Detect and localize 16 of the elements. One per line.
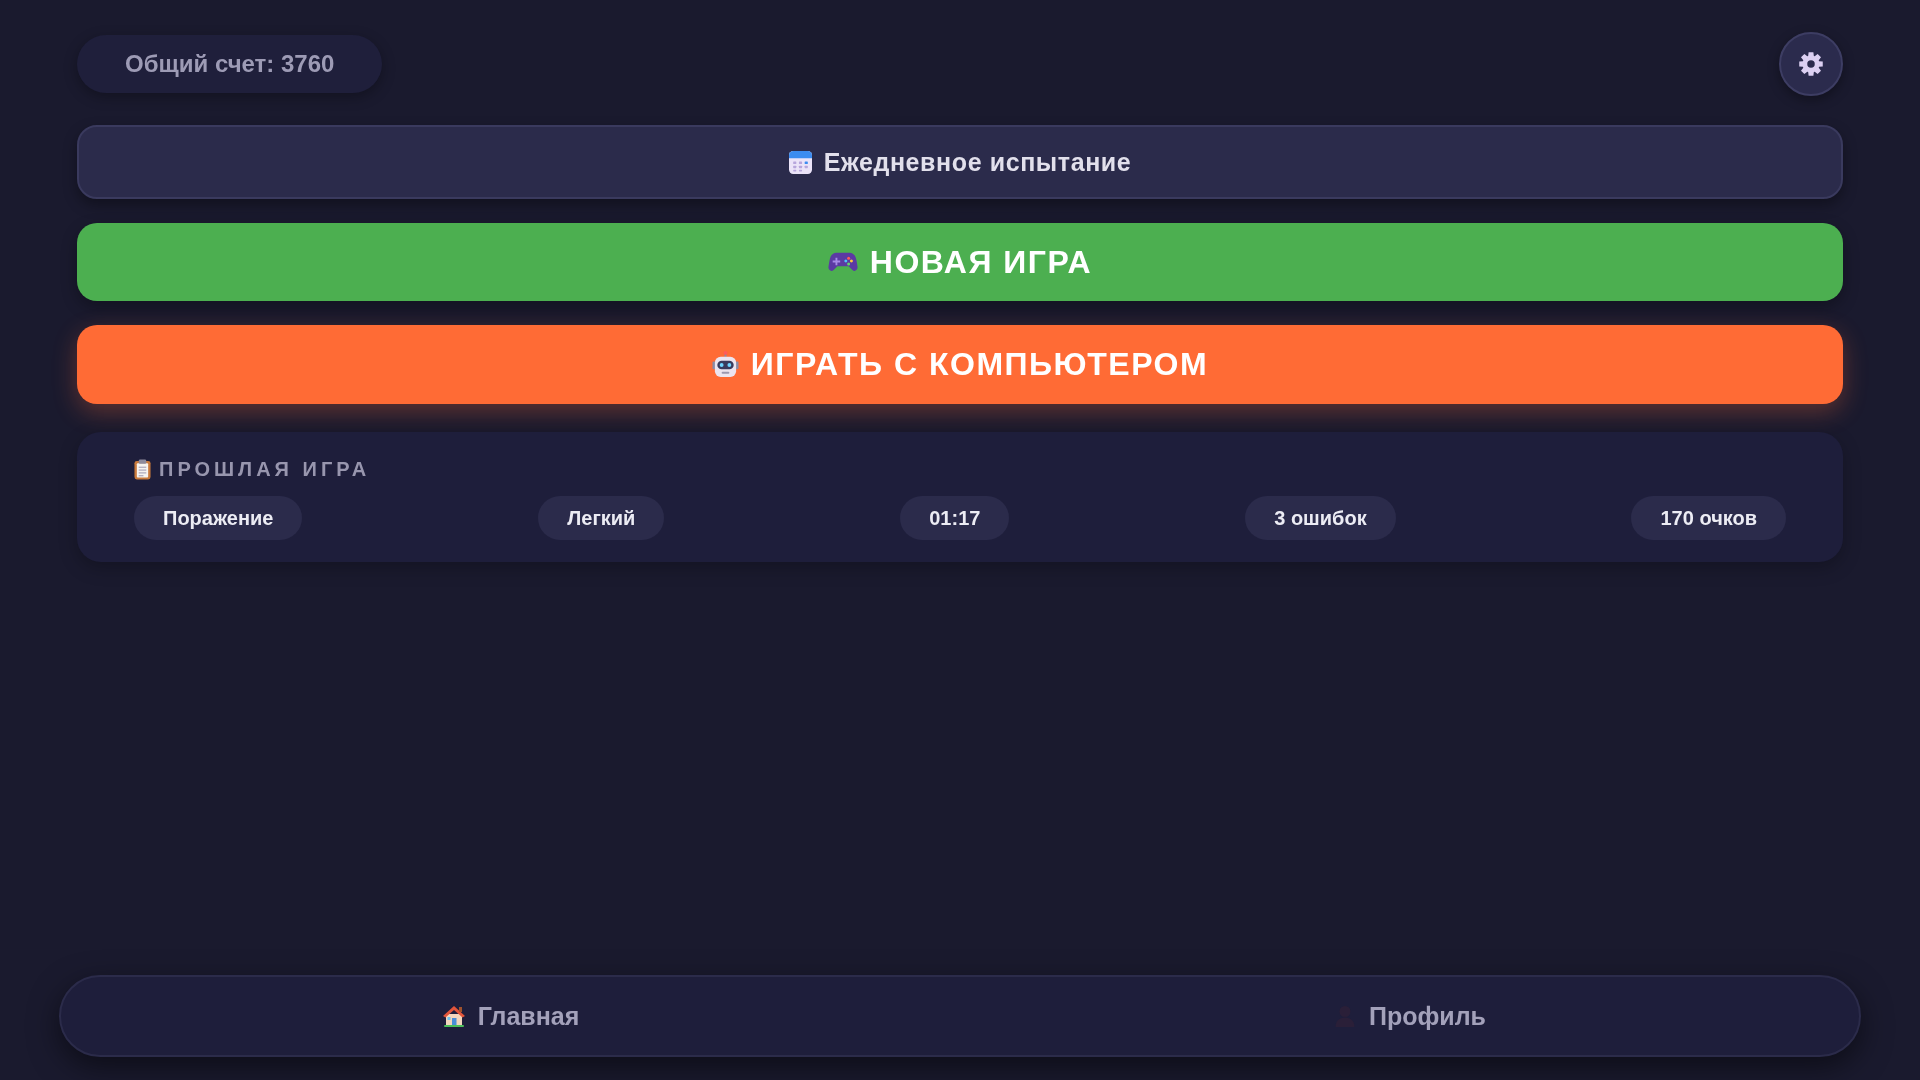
daily-challenge-button[interactable]: Ежедневное испытание — [77, 125, 1843, 199]
stat-pill: Легкий — [538, 496, 665, 540]
stat-pill: 01:17 — [900, 496, 1010, 540]
robot-icon — [711, 351, 739, 378]
calendar-icon — [788, 150, 812, 174]
stat-pill: Поражение — [134, 496, 303, 540]
total-score-pill: Общий счет: 3760 — [77, 35, 383, 93]
nav-tab[interactable]: Профиль — [1319, 993, 1500, 1039]
card-title: ПРОШЛАЯ ИГРА — [159, 457, 371, 481]
clipboard-icon — [134, 458, 151, 480]
stat-pill: 3 ошибок — [1245, 496, 1396, 540]
house-icon — [441, 1004, 466, 1028]
settings-icon — [1799, 52, 1823, 76]
nav-tab[interactable]: Главная — [427, 993, 594, 1039]
stat-pill: 170 очков — [1631, 496, 1786, 540]
gamepad-icon — [827, 252, 858, 272]
